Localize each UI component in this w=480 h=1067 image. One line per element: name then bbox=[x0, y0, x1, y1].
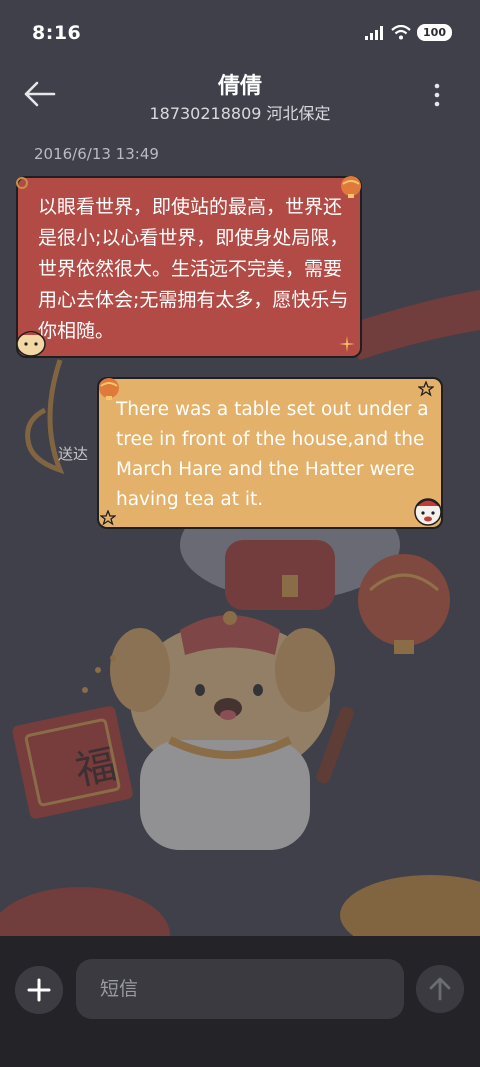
outgoing-message-bubble[interactable]: There was a table set out under a tree i… bbox=[97, 377, 443, 529]
flower-sticker-icon bbox=[16, 177, 28, 189]
status-icons: 100 bbox=[365, 24, 452, 41]
signal-icon bbox=[365, 25, 384, 40]
contact-detail: 18730218809 河北保定 bbox=[149, 104, 331, 123]
contact-name: 倩倩 bbox=[217, 74, 262, 99]
more-options-icon[interactable] bbox=[432, 82, 442, 108]
add-attachment-button[interactable] bbox=[15, 966, 63, 1014]
battery-indicator: 100 bbox=[417, 24, 452, 41]
message-timestamp: 2016/6/13 13:49 bbox=[34, 145, 159, 163]
lantern-sticker-icon bbox=[341, 176, 361, 198]
outgoing-message-text: There was a table set out under a tree i… bbox=[116, 399, 429, 510]
wifi-icon bbox=[391, 25, 411, 40]
incoming-message-text: 以眼看世界，即使站的最高，世界还是很小;以心看世界，即使身处局限，世界依然很大。… bbox=[38, 196, 349, 342]
delivery-status: 送达 bbox=[58, 445, 89, 463]
lion-dance-sticker-icon bbox=[414, 498, 442, 526]
star-sticker-icon bbox=[100, 510, 116, 526]
send-arrow-icon[interactable] bbox=[416, 965, 464, 1013]
lantern-sticker-icon bbox=[99, 378, 119, 400]
sparkle-icon bbox=[339, 336, 355, 352]
puppy-sticker-icon bbox=[16, 330, 46, 357]
incoming-message-bubble[interactable]: 以眼看世界，即使站的最高，世界还是很小;以心看世界，即使身处局限，世界依然很大。… bbox=[16, 176, 362, 358]
status-bar: 8:16 100 bbox=[0, 0, 480, 64]
status-time: 8:16 bbox=[32, 22, 82, 44]
star-sticker-icon bbox=[418, 381, 434, 397]
message-input[interactable]: 短信 bbox=[76, 959, 404, 1019]
conversation-header: 倩倩 18730218809 河北保定 bbox=[0, 60, 480, 130]
